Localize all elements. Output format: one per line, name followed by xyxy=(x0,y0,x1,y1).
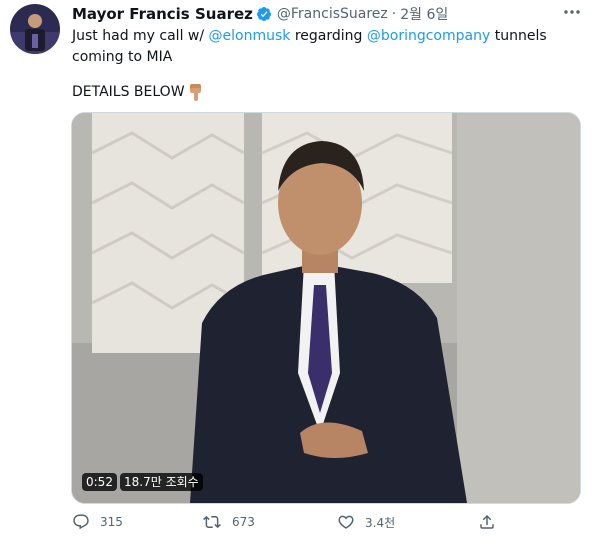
mention-elonmusk[interactable]: @elonmusk xyxy=(209,28,291,44)
separator-dot: · xyxy=(391,6,397,22)
retweet-count: 673 xyxy=(232,515,255,529)
author-name[interactable]: Mayor Francis Suarez xyxy=(72,5,253,23)
author-handle[interactable]: @FrancisSuarez xyxy=(277,6,388,22)
more-options-icon[interactable] xyxy=(558,2,586,22)
share-button[interactable] xyxy=(478,511,506,533)
retweet-button[interactable]: 673 xyxy=(202,511,255,533)
share-icon xyxy=(478,513,506,531)
tweet-details-line: DETAILS BELOW xyxy=(72,82,204,103)
avatar[interactable] xyxy=(10,4,60,54)
verified-badge-icon xyxy=(256,6,272,22)
video-player[interactable]: 0:52 18.7만 조회수 xyxy=(71,112,581,504)
reply-count: 315 xyxy=(100,515,123,529)
like-button[interactable]: 3.4천 xyxy=(337,511,395,533)
tweet-header: Mayor Francis Suarez @FrancisSuarez · 2월… xyxy=(72,4,448,24)
tweet-text-middle: regarding xyxy=(290,28,367,44)
retweet-icon xyxy=(202,513,232,531)
video-duration-badge: 0:52 xyxy=(82,473,117,491)
video-thumbnail xyxy=(72,113,580,503)
tweet-actions: 315 673 3.4천 xyxy=(72,511,572,533)
pointing-down-emoji xyxy=(188,83,204,102)
tweet-timestamp[interactable]: 2월 6일 xyxy=(400,4,448,24)
like-icon xyxy=(337,513,365,531)
video-views-badge: 18.7만 조회수 xyxy=(120,473,203,491)
reply-button[interactable]: 315 xyxy=(72,511,123,533)
tweet-text-prefix: Just had my call w/ xyxy=(72,28,209,44)
tweet-text: Just had my call w/ @elonmusk regarding … xyxy=(72,26,584,68)
details-text: DETAILS BELOW xyxy=(72,84,185,100)
like-count: 3.4천 xyxy=(365,515,396,530)
reply-icon xyxy=(72,513,100,531)
mention-boringcompany[interactable]: @boringcompany xyxy=(367,28,490,44)
